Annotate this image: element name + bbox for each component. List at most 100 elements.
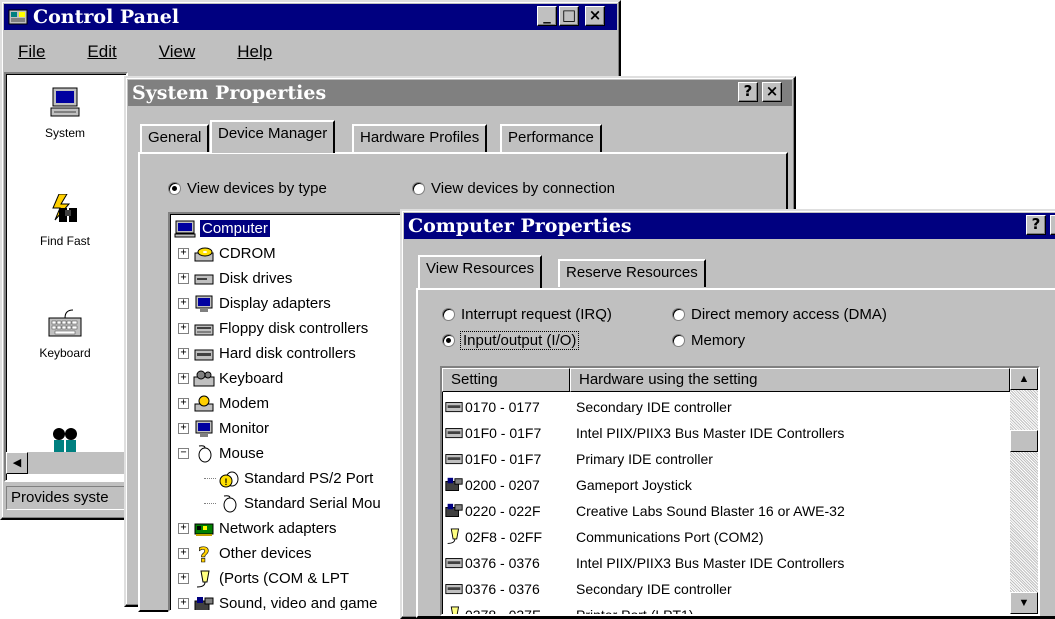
system-properties-tabs: General Device Manager Hardware Profiles…	[140, 120, 780, 154]
control-panel-menubar: File Edit View Help	[6, 42, 284, 62]
tree-item[interactable]: +? Other devices	[178, 541, 312, 567]
menu-view[interactable]: View	[147, 42, 208, 62]
expand-icon[interactable]: +	[178, 373, 189, 384]
resource-row[interactable]: 02F8 - 02FF Communications Port (COM2)	[444, 524, 764, 550]
tree-item[interactable]: + Disk drives	[178, 266, 292, 291]
expand-icon[interactable]: +	[178, 548, 189, 559]
sound-video-game-icon	[444, 476, 464, 494]
resource-setting: 0376 - 0376	[465, 555, 540, 571]
hard-disk-controller-icon	[444, 450, 464, 468]
tree-item-label: Standard PS/2 Port	[244, 470, 374, 487]
irq-radio[interactable]: Interrupt request (IRQ)	[442, 306, 612, 323]
tree-item[interactable]: + Modem	[178, 391, 269, 416]
control-panel-hscrollbar[interactable]: ◀	[6, 452, 126, 474]
computer-properties-titlebar[interactable]: Computer Properties	[404, 213, 1055, 239]
tree-item[interactable]: + Hard disk controllers	[178, 341, 356, 366]
tab-performance[interactable]: Performance	[500, 124, 602, 152]
resource-row[interactable]: 01F0 - 01F7 Intel PIIX/PIIX3 Bus Master I…	[444, 420, 844, 446]
tab-device-manager[interactable]: Device Manager	[210, 120, 336, 153]
scroll-thumb[interactable]	[1010, 430, 1038, 452]
tab-view-resources[interactable]: View Resources	[418, 255, 543, 288]
expand-icon[interactable]: +	[178, 523, 189, 534]
expand-icon[interactable]: +	[178, 348, 189, 359]
tree-item[interactable]: + Floppy disk controllers	[178, 316, 368, 341]
floppy-controller-icon	[193, 320, 215, 338]
find-fast-item[interactable]: Find Fast	[10, 194, 120, 248]
resource-row[interactable]: 0376 - 0376 Intel PIIX/PIIX3 Bus Master I…	[444, 550, 844, 576]
view-by-type-radio[interactable]: View devices by type	[168, 180, 327, 197]
resource-row[interactable]: 0200 - 0207 Gameport Joystick	[444, 472, 692, 498]
find-fast-label: Find Fast	[39, 234, 90, 248]
minimize-button[interactable]: _	[537, 6, 557, 26]
close-button[interactable]: ×	[762, 82, 782, 102]
tree-item[interactable]: Standard Serial Mou	[204, 491, 381, 516]
close-button[interactable]: ×	[585, 6, 605, 26]
tab-hardware-profiles[interactable]: Hardware Profiles	[352, 124, 488, 152]
tree-item[interactable]: − Mouse	[178, 441, 264, 466]
resource-row[interactable]: 0376 - 0376 Secondary IDE controller	[444, 576, 732, 602]
expand-icon[interactable]: +	[178, 273, 189, 284]
expand-icon[interactable]: +	[178, 248, 189, 259]
column-header-setting[interactable]: Setting	[442, 368, 570, 392]
tree-item[interactable]: + Keyboard	[178, 366, 283, 391]
resource-row[interactable]: 0170 - 0177 Secondary IDE controller	[444, 394, 732, 420]
tree-item-label: Modem	[219, 395, 270, 412]
scroll-down-icon[interactable]: ▼	[1010, 592, 1038, 614]
system-item[interactable]: System	[10, 86, 120, 140]
resource-row[interactable]: 0220 - 022F Creative Labs Sound Blaster 1…	[444, 498, 845, 524]
maximize-button[interactable]: □	[559, 6, 579, 26]
tree-item[interactable]: + (Ports (COM & LPT	[178, 566, 349, 591]
system-properties-title: System Properties	[132, 82, 327, 104]
dma-radio[interactable]: Direct memory access (DMA)	[672, 306, 887, 323]
hard-disk-controller-icon	[444, 398, 464, 416]
tree-item[interactable]: + Sound, video and game	[178, 591, 377, 610]
resource-hardware: Printer Port (LPT1)	[576, 607, 694, 616]
io-radio[interactable]: Input/output (I/O)	[442, 331, 580, 350]
resource-row[interactable]: 0378 - 037F Printer Port (LPT1)	[444, 602, 694, 616]
help-button[interactable]: ?	[738, 82, 758, 102]
view-by-connection-radio[interactable]: View devices by connection	[412, 180, 615, 197]
port-connector-icon	[193, 570, 215, 588]
expand-icon[interactable]: +	[178, 323, 189, 334]
tree-item[interactable]: + Display adapters	[178, 291, 331, 316]
mouse-icon	[218, 494, 240, 513]
memory-radio[interactable]: Memory	[672, 332, 745, 349]
radio-dot	[672, 308, 685, 321]
tab-general[interactable]: General	[140, 124, 210, 152]
cdrom-icon	[193, 245, 215, 263]
scroll-up-icon[interactable]: ▲	[1010, 368, 1038, 390]
tree-item[interactable]: + Network adapters	[178, 516, 337, 541]
control-panel-titlebar[interactable]: Control Panel	[4, 4, 617, 30]
radio-dot	[442, 308, 455, 321]
menu-help[interactable]: Help	[225, 42, 284, 62]
expand-icon[interactable]: +	[178, 423, 189, 434]
collapse-icon[interactable]: −	[178, 448, 189, 459]
keyboard-device-icon	[193, 370, 215, 388]
resource-list[interactable]: Setting Hardware using the setting 0170 …	[440, 366, 1040, 616]
tree-item[interactable]: + Monitor	[178, 416, 269, 441]
expand-icon[interactable]: +	[178, 598, 189, 609]
disk-drive-icon	[193, 270, 215, 288]
menu-edit[interactable]: Edit	[75, 42, 128, 62]
expand-icon[interactable]: +	[178, 298, 189, 309]
keyboard-item[interactable]: Keyboard	[10, 306, 120, 360]
resource-list-vscrollbar[interactable]: ▲ ▼	[1010, 368, 1038, 614]
tree-item[interactable]: + CDROM	[178, 241, 276, 266]
resource-row[interactable]: 01F0 - 01F7 Primary IDE controller	[444, 446, 713, 472]
hard-disk-controller-icon	[444, 580, 464, 598]
help-button[interactable]: ?	[1026, 215, 1046, 235]
control-panel-title: Control Panel	[33, 6, 180, 28]
tab-reserve-resources[interactable]: Reserve Resources	[558, 259, 706, 287]
status-text: Provides syste	[6, 486, 128, 510]
system-properties-titlebar[interactable]: System Properties	[128, 80, 792, 106]
expand-icon[interactable]: +	[178, 573, 189, 584]
tree-item[interactable]: Computer	[174, 216, 270, 241]
close-button[interactable]: ×	[1050, 215, 1055, 235]
tree-item-label: Floppy disk controllers	[219, 320, 369, 337]
column-header-hardware[interactable]: Hardware using the setting	[570, 368, 1010, 392]
menu-file[interactable]: File	[6, 42, 57, 62]
scroll-left-icon[interactable]: ◀	[6, 452, 28, 474]
tree-item[interactable]: ! Standard PS/2 Port	[204, 466, 373, 491]
resource-setting: 0170 - 0177	[465, 399, 540, 415]
expand-icon[interactable]: +	[178, 398, 189, 409]
